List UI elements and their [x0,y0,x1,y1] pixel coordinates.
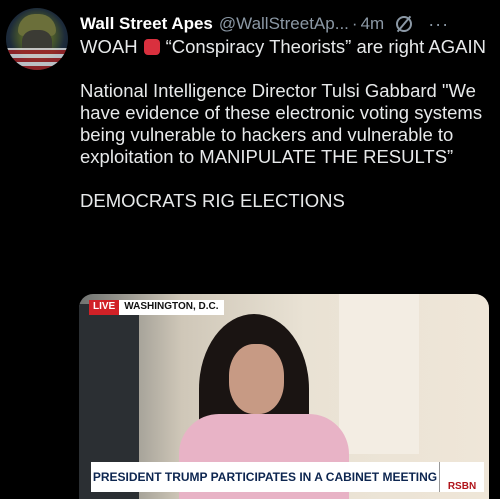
avatar-flag [6,48,68,70]
live-banner: LIVE WASHINGTON, D.C. [89,300,224,315]
siren-icon [143,39,160,55]
video-pillar [339,294,419,454]
tweet-line1-prefix: WOAH [80,36,138,57]
tweet-paragraph-3: DEMOCRATS RIG ELECTIONS [80,190,345,211]
tweet-header: Wall Street Apes @WallStreetAp... · 4m ·… [80,12,494,36]
more-options-icon[interactable]: ··· [428,14,449,35]
network-logo: RSBN [439,462,484,492]
author-handle[interactable]: @WallStreetAp... [219,14,349,34]
location-label: WASHINGTON, D.C. [119,300,224,315]
live-label: LIVE [89,300,120,315]
tweet-text: WOAH “Conspiracy Theorists” are right AGA… [80,36,490,234]
tweet-paragraph-2: National Intelligence Director Tulsi Gab… [80,80,483,167]
avatar[interactable] [6,8,68,70]
lower-third-caption: PRESIDENT TRUMP PARTICIPATES IN A CABINE… [91,462,439,492]
timestamp[interactable]: 4m [361,14,385,34]
video-speaker-face [229,344,284,414]
tweet-paragraph-1: WOAH “Conspiracy Theorists” are right AGA… [80,36,490,58]
grok-icon[interactable] [396,16,413,32]
tweet-line1-suffix: “Conspiracy Theorists” are right AGAIN [165,36,486,57]
author-name[interactable]: Wall Street Apes [80,14,213,34]
tweet-video[interactable]: LIVE WASHINGTON, D.C. PRESIDENT TRUMP PA… [79,294,489,499]
separator-dot: · [351,14,358,33]
